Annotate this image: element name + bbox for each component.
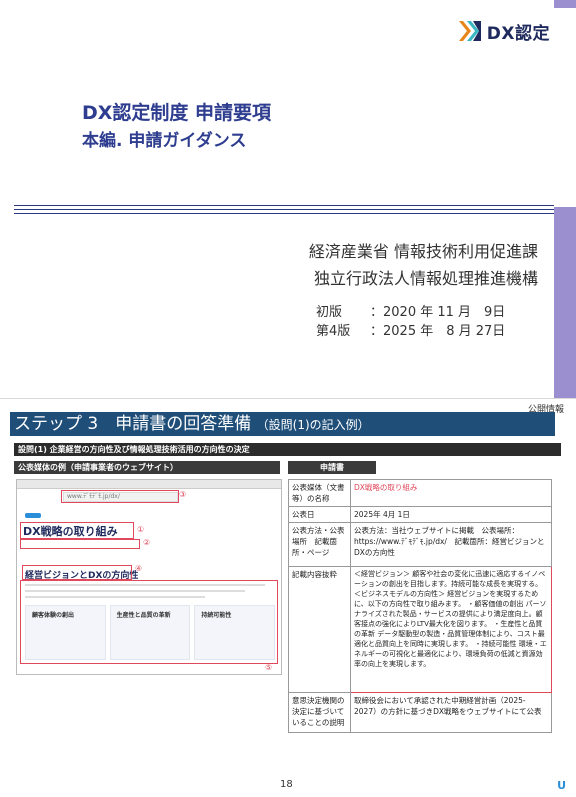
form-label: 公表方法・公表場所 記載箇所・ページ	[288, 522, 351, 567]
form-label: 意思決定機関の決定に基づいていることの説明	[288, 692, 351, 733]
cover-title: DX認定制度 申請要項	[82, 102, 272, 124]
version1-date: ：2020 年 11 月 9日	[370, 305, 506, 320]
website-screenshot: www.ﾃﾞﾓﾃﾞﾓ.jp/dx/ ③ DX戦略の取り組み ① ② 経営ビジョン…	[16, 479, 282, 675]
marker-box-4	[22, 565, 132, 580]
cover-subtitle: 本編. 申請ガイダンス	[82, 131, 247, 151]
form-value: 2025年 4月 1日	[350, 506, 552, 523]
purple-tab-top	[554, 0, 576, 8]
corner-logo-icon: U	[557, 779, 566, 792]
marker-box-1	[20, 522, 134, 539]
slide-title-sub: （設問(1)の記入例）	[256, 418, 370, 432]
version2-label: 第4版	[316, 324, 351, 339]
page-number: 18	[280, 779, 293, 790]
left-header: 公表媒体の例（申請事業者のウェブサイト）	[14, 461, 280, 474]
marker-5: ⑤	[265, 663, 273, 672]
slide-title: ステップ 3 申請書の回答準備 （設問(1)の記入例）	[14, 413, 370, 436]
org-line-2: 独立行政法人情報処理推進機構	[313, 269, 538, 288]
slide-title-main: ステップ 3 申請書の回答準備	[14, 414, 252, 434]
category-pill	[25, 513, 41, 518]
form-label: 公表日	[288, 506, 351, 523]
cover-page: DX認定 DX認定制度 申請要項 本編. 申請ガイダンス 経済産業省 情報技術利…	[0, 0, 576, 398]
right-header: 申請書	[288, 461, 376, 474]
question-bar: 設問(1) 企業経営の方向性及び情報処理技術活用の方向性の決定	[14, 443, 561, 456]
dx-logo: DX認定	[457, 18, 550, 44]
form-value: DX戦略の取り組み	[350, 479, 552, 507]
marker-1: ①	[137, 525, 145, 534]
form-row: 公表方法・公表場所 記載箇所・ページ 公表方法：当社ウェブサイトに掲載 公表場所…	[288, 522, 552, 567]
form-value: ＜経営ビジョン＞ 顧客や社会の変化に迅速に適応するイノベーションの創出を目指しま…	[350, 566, 552, 693]
marker-box-2	[20, 539, 140, 549]
form-label: 公表媒体（文書等）の名称	[288, 479, 351, 507]
version1-label: 初版	[316, 305, 343, 320]
slide-page: 公開情報 ステップ 3 申請書の回答準備 （設問(1)の記入例） 設問(1) 企…	[0, 399, 576, 797]
marker-3: ③	[179, 490, 187, 499]
logo-text: DX認定	[486, 23, 550, 44]
form-row: 記載内容抜粋 ＜経営ビジョン＞ 顧客や社会の変化に迅速に適応するイノベーションの…	[288, 566, 552, 693]
version2-date: ：2025 年 8 月 27日	[370, 324, 506, 339]
marker-box-3	[61, 490, 179, 503]
form-label: 記載内容抜粋	[288, 566, 351, 693]
divider-line	[14, 205, 554, 206]
org-line-1: 経済産業省 情報技術利用促進課	[308, 242, 538, 261]
form-row: 意思決定機関の決定に基づいていることの説明 取締役会において承認された中期経営計…	[288, 692, 552, 733]
marker-2: ②	[143, 538, 151, 547]
dx-logo-mark-icon	[458, 21, 481, 41]
marker-4: ④	[135, 564, 143, 573]
divider-line	[14, 213, 554, 214]
browser-tab-bar	[17, 480, 281, 489]
form-value: 公表方法：当社ウェブサイトに掲載 公表場所：https://www.ﾃﾞﾓﾃﾞﾓ…	[350, 522, 552, 567]
application-form: 公表媒体（文書等）の名称 DX戦略の取り組み 公表日 2025年 4月 1日 公…	[288, 479, 552, 733]
form-value: 取締役会において承認された中期経営計画（2025-2027）の方針に基づきDX戦…	[350, 692, 552, 733]
purple-tab-side	[554, 207, 576, 398]
form-row: 公表日 2025年 4月 1日	[288, 506, 552, 523]
marker-box-5	[20, 580, 278, 664]
divider-line	[14, 209, 554, 210]
form-row: 公表媒体（文書等）の名称 DX戦略の取り組み	[288, 479, 552, 507]
